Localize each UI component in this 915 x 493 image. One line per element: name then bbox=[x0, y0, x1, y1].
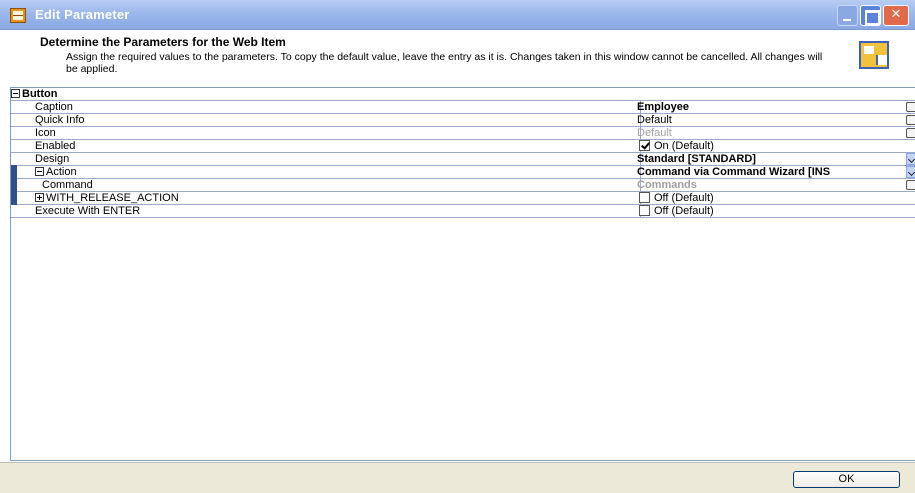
parameter-grid: Button Caption Employee Quick Info Defau… bbox=[10, 87, 915, 461]
dropdown-arrow-icon[interactable] bbox=[906, 153, 915, 165]
edit-button[interactable] bbox=[906, 180, 915, 190]
param-row-icon[interactable]: Icon Default bbox=[11, 127, 915, 140]
param-value[interactable]: Default bbox=[637, 114, 915, 126]
minimize-button[interactable] bbox=[837, 5, 858, 26]
param-row-with-release-action[interactable]: WITH_RELEASE_ACTION Off (Default) bbox=[11, 191, 915, 205]
ok-button[interactable]: OK bbox=[793, 471, 900, 488]
dropdown-arrow-icon[interactable] bbox=[906, 166, 915, 178]
with-release-action-checkbox[interactable] bbox=[639, 192, 650, 203]
param-label: Design bbox=[35, 153, 641, 165]
param-value[interactable]: Commands bbox=[637, 179, 915, 191]
param-value[interactable]: Standard [STANDARD] bbox=[637, 153, 915, 165]
param-row-caption[interactable]: Caption Employee bbox=[11, 101, 915, 114]
title-bar: Edit Parameter ✕ bbox=[0, 0, 915, 30]
maximize-button[interactable] bbox=[860, 5, 881, 26]
param-row-quick-info[interactable]: Quick Info Default bbox=[11, 114, 915, 127]
collapse-icon[interactable] bbox=[11, 89, 20, 98]
app-icon bbox=[10, 8, 26, 23]
enabled-checkbox[interactable] bbox=[639, 140, 650, 151]
table-icon bbox=[859, 41, 889, 69]
group-row-button[interactable]: Button bbox=[11, 88, 915, 101]
param-label: Enabled bbox=[35, 140, 641, 152]
dialog-footer: OK bbox=[0, 462, 915, 493]
param-row-execute-with-enter[interactable]: Execute With ENTER Off (Default) bbox=[11, 205, 915, 218]
close-button[interactable]: ✕ bbox=[883, 5, 909, 26]
header-title: Determine the Parameters for the Web Ite… bbox=[40, 35, 286, 49]
param-value[interactable]: Default bbox=[637, 127, 915, 139]
param-label: Action bbox=[46, 166, 77, 178]
param-label: WITH_RELEASE_ACTION bbox=[46, 192, 179, 204]
param-value[interactable]: Employee bbox=[637, 101, 915, 113]
header-description: Assign the required values to the parame… bbox=[66, 51, 823, 75]
edit-button[interactable] bbox=[906, 115, 915, 125]
param-row-command[interactable]: Command Commands bbox=[11, 178, 915, 192]
expand-icon[interactable] bbox=[35, 193, 44, 202]
param-value: Off (Default) bbox=[654, 205, 714, 217]
param-row-design[interactable]: Design Standard [STANDARD] bbox=[11, 153, 915, 166]
param-value[interactable]: Command via Command Wizard [INS bbox=[637, 166, 915, 178]
param-row-action[interactable]: Action Command via Command Wizard [INS bbox=[11, 165, 915, 179]
param-label: Icon bbox=[35, 127, 641, 139]
group-label: Button bbox=[22, 88, 58, 100]
dialog-header: Determine the Parameters for the Web Ite… bbox=[0, 31, 915, 86]
param-label: Quick Info bbox=[35, 114, 641, 126]
param-value: Off (Default) bbox=[654, 192, 714, 204]
param-label: Caption bbox=[35, 101, 641, 113]
collapse-icon[interactable] bbox=[35, 167, 44, 176]
edit-button[interactable] bbox=[906, 102, 915, 112]
param-value: On (Default) bbox=[654, 140, 714, 152]
param-label: Command bbox=[42, 179, 641, 191]
param-label: Execute With ENTER bbox=[35, 205, 641, 217]
param-row-enabled[interactable]: Enabled On (Default) bbox=[11, 140, 915, 153]
execute-with-enter-checkbox[interactable] bbox=[639, 205, 650, 216]
edit-button[interactable] bbox=[906, 128, 915, 138]
window-title: Edit Parameter bbox=[35, 7, 130, 22]
